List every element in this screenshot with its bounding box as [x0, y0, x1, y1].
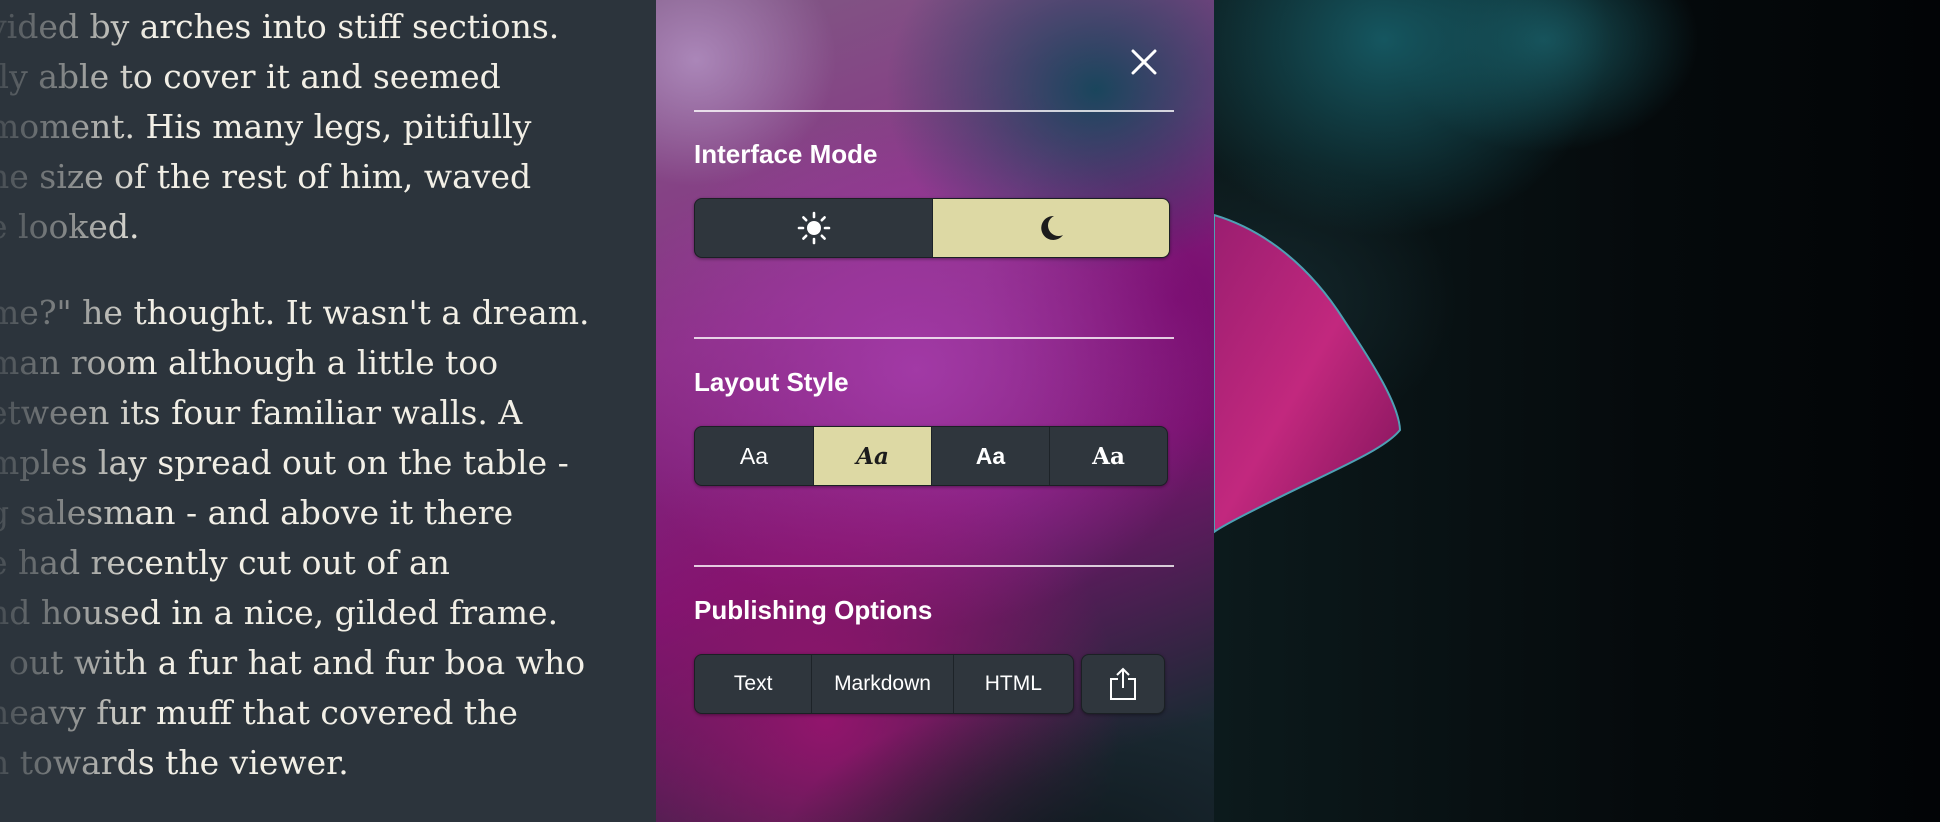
publish-text-button[interactable]: Text — [695, 655, 811, 713]
moon-icon — [1041, 215, 1063, 240]
section-divider — [694, 337, 1174, 339]
reader-line: l out with a fur hat and fur boa who — [0, 643, 586, 682]
layout-style-control: Aa Aa Aa Aa — [694, 426, 1168, 486]
layout-style-option-sans[interactable]: Aa — [695, 427, 813, 485]
flower-petal-image — [1214, 213, 1402, 534]
reader-line: me?" he thought. It wasn't a dream. — [0, 293, 590, 332]
publish-html-button[interactable]: HTML — [952, 655, 1073, 713]
layout-style-option-serif-italic[interactable]: Aa — [813, 427, 931, 485]
publishing-options-title: Publishing Options — [694, 595, 933, 625]
publishing-format-control: Text Markdown HTML — [694, 654, 1074, 714]
layout-style-title: Layout Style — [694, 367, 849, 397]
reader-line: mples lay spread out on the table - — [0, 443, 569, 482]
close-button[interactable] — [1124, 42, 1164, 82]
close-icon — [1131, 49, 1157, 75]
sun-icon — [797, 211, 830, 245]
reader-paragraph: vided by arches into stiff sections. lly… — [0, 2, 628, 252]
reader-line: man room although a little too — [0, 343, 499, 382]
reader-line: n towards the viewer. — [0, 743, 349, 782]
reader-line: g salesman - and above it there — [0, 493, 514, 532]
reader-line: moment. His many legs, pitifully — [0, 107, 532, 146]
share-icon — [1110, 667, 1136, 700]
section-divider — [694, 110, 1174, 112]
layout-style-option-serif-bold[interactable]: Aa — [1049, 427, 1167, 485]
interface-mode-title: Interface Mode — [694, 139, 878, 169]
background-photo — [1214, 0, 1940, 822]
interface-mode-control — [694, 198, 1170, 258]
publish-markdown-button[interactable]: Markdown — [811, 655, 952, 713]
reader-paragraph: me?" he thought. It wasn't a dream. man … — [0, 288, 628, 788]
reader-pane: vided by arches into stiff sections. lly… — [0, 0, 656, 822]
reader-line: nd housed in a nice, gilded frame. — [0, 593, 559, 632]
reader-line: he size of the rest of him, waved — [0, 157, 532, 196]
reader-line: e looked. — [0, 207, 140, 246]
reader-line: heavy fur muff that covered the — [0, 693, 518, 732]
share-button[interactable] — [1081, 654, 1165, 714]
reader-line: lly able to cover it and seemed — [0, 57, 501, 96]
section-divider — [694, 565, 1174, 567]
reader-line: etween its four familiar walls. A — [0, 393, 523, 432]
light-mode-button[interactable] — [695, 199, 932, 257]
reader-line: vided by arches into stiff sections. — [0, 7, 560, 46]
settings-panel: Interface Mode Layout Style Aa Aa Aa Aa … — [656, 0, 1214, 822]
layout-style-option-sans-bold[interactable]: Aa — [931, 427, 1049, 485]
dark-mode-button[interactable] — [932, 199, 1169, 257]
reader-line: e had recently cut out of an — [0, 543, 450, 582]
